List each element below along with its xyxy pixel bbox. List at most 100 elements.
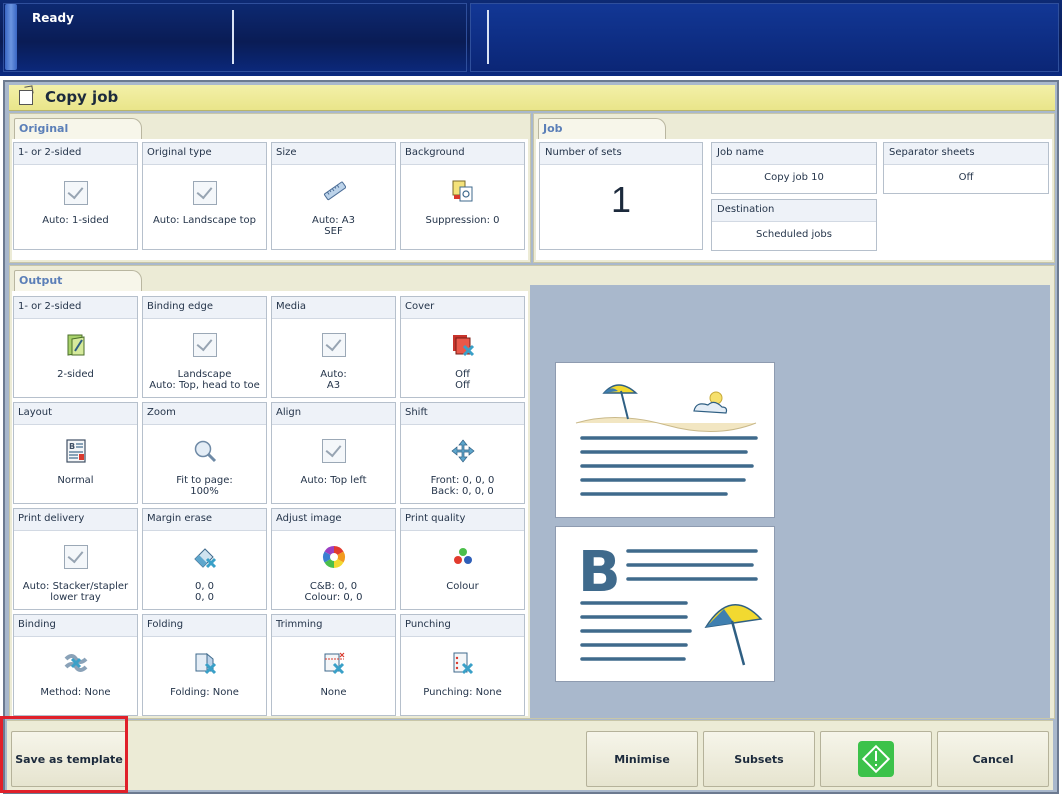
tile-destination[interactable]: Destination Scheduled jobs [711,199,877,251]
checkbox-icon [192,181,217,205]
tile-value-line1: Landscape [177,369,232,380]
tile-value: Auto: Stacker/stapler lower tray [16,581,135,603]
tab-original[interactable]: Original [14,118,142,140]
duplex-icon [67,334,84,356]
start-button[interactable] [820,731,932,787]
tile-label: Zoom [143,403,266,425]
tile-value-line1: Front: 0, 0, 0 [430,475,495,486]
tile-label: Shift [401,403,524,425]
tile-label: Background [401,143,524,165]
tile-separator-sheets[interactable]: Separator sheets Off [883,142,1049,194]
tile-label: Margin erase [143,509,266,531]
tile-value-line1: Method: None [40,687,111,698]
tile-label: Print quality [401,509,524,531]
tile-value-line2: Auto: Top, head to toe [149,380,260,391]
tile-value-line1: Auto: Top left [300,475,367,486]
tile-value-line1: 2-sided [57,369,94,380]
tile-value-line2: Colour: 0, 0 [304,592,363,603]
footer-bar: Save as template Minimise Subsets Cancel [7,720,1053,790]
tile-output-shift[interactable]: Shift Front: 0, 0, 0 Back: 0, 0, 0 [400,402,525,504]
window-title: Copy job [45,88,119,106]
cancel-button[interactable]: Cancel [937,731,1049,787]
tile-value: Suppression: 0 [425,215,500,226]
tile-label: Number of sets [540,143,702,165]
shift-icon [450,439,475,463]
tile-output-adjust-image[interactable]: Adjust image C&B: 0, 0 Colour: 0, 0 [271,508,396,610]
preview-page-front [555,362,775,518]
tile-job-name[interactable]: Job name Copy job 10 [711,142,877,194]
tile-value-line1: Fit to page: [176,475,233,486]
eraser-icon [193,548,216,569]
tile-original-sides[interactable]: 1- or 2-sided Auto: 1-sided [13,142,138,250]
start-icon [858,741,894,777]
background-icon [452,180,472,202]
minimise-button[interactable]: Minimise [586,731,698,787]
tile-label: 1- or 2-sided [14,297,137,319]
status-indicator [5,4,17,70]
tile-output-binding[interactable]: Binding Method: None [13,614,138,716]
svg-text:B: B [69,442,75,451]
tile-output-margin-erase[interactable]: Margin erase 0, 0 0, 0 [142,508,267,610]
tab-output[interactable]: Output [14,270,142,292]
tile-value: Auto: A3 [274,369,393,391]
status-divider [232,10,234,64]
tile-output-folding[interactable]: Folding Folding: None [142,614,267,716]
tile-value-line1: Auto: [320,369,347,380]
status-text: Ready [32,11,74,25]
tile-value-line1: Folding: None [170,687,239,698]
tile-value-line1: 0, 0 [194,581,215,592]
tile-output-zoom[interactable]: Zoom Fit to page: 100% [142,402,267,504]
tile-output-1-or-2-sided[interactable]: 1- or 2-sided 2-sided [13,296,138,398]
punching-icon [453,652,473,675]
tile-label: Media [272,297,395,319]
tile-output-binding-edge[interactable]: Binding edge Landscape Auto: Top, head to … [142,296,267,398]
tile-output-cover[interactable]: Cover Off Off [400,296,525,398]
tile-label: Trimming [272,615,395,637]
tile-output-print-delivery[interactable]: Print delivery Auto: Stacker/stapler lower… [13,508,138,610]
tile-output-layout[interactable]: Layout B Normal [13,402,138,504]
tile-value: Front: 0, 0, 0 Back: 0, 0, 0 [403,475,522,497]
tile-number-of-sets[interactable]: Number of sets 1 [539,142,703,250]
zoom-icon [194,440,216,463]
tile-value: Folding: None [145,687,264,698]
ruler-icon [323,181,346,201]
window-title-bar: Copy job [9,85,1055,111]
tile-value: Auto: Top left [274,475,393,486]
tile-label: Layout [14,403,137,425]
svg-text:B: B [578,540,621,605]
trimming-icon [324,652,344,675]
tile-label: Binding [14,615,137,637]
tile-output-punching[interactable]: Punching Punching: None [400,614,525,716]
tile-value-line2: Back: 0, 0, 0 [431,486,494,497]
tile-original-type[interactable]: Original type Auto: Landscape top [142,142,267,250]
tile-label: Print delivery [14,509,137,531]
tile-label: Binding edge [143,297,266,319]
tile-value: Landscape Auto: Top, head to toe [145,369,264,391]
tile-value: 2-sided [16,369,135,380]
beach-scene-illustration [575,384,758,496]
tile-value-line1: Auto: A3 [312,215,355,226]
tile-value: Punching: None [403,687,522,698]
tile-value: C&B: 0, 0 Colour: 0, 0 [274,581,393,603]
tile-output-align[interactable]: Align Auto: Top left [271,402,396,504]
tile-original-size[interactable]: Size Auto: A3 SEF [271,142,396,250]
tab-job[interactable]: Job [538,118,666,140]
tile-output-media[interactable]: Media Auto: A3 [271,296,396,398]
tile-value: Method: None [16,687,135,698]
tile-label: 1- or 2-sided [14,143,137,165]
tile-value-line1: Normal [57,475,94,486]
tile-value: Copy job 10 [764,172,824,183]
tile-label: Cover [401,297,524,319]
checkbox-icon [321,333,346,357]
tile-value: Auto: Landscape top [152,215,257,226]
tile-original-background[interactable]: Background Suppression: 0 [400,142,525,250]
tile-output-trimming[interactable]: Trimming None [271,614,396,716]
subsets-button[interactable]: Subsets [703,731,815,787]
tile-value: Auto: 1-sided [42,215,109,226]
tile-value-line1: Colour [446,581,479,592]
copy-job-icon [19,90,33,105]
selection-highlight [0,716,128,793]
tile-value: Scheduled jobs [756,229,832,240]
tile-label: Align [272,403,395,425]
tile-output-print-quality[interactable]: Print quality Colour [400,508,525,610]
